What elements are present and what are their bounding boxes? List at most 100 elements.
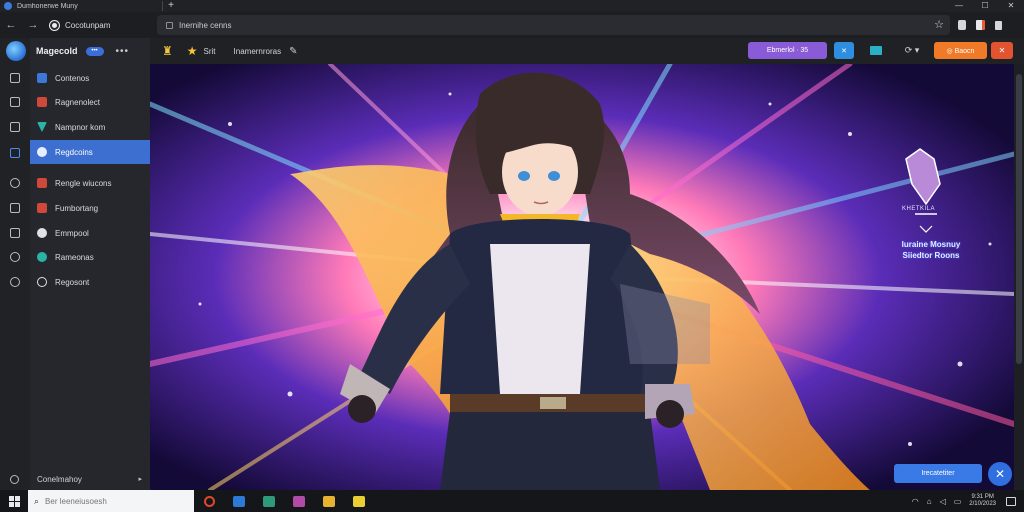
bookmark-star-icon[interactable]: ☆ — [934, 18, 944, 31]
sidebar-footer[interactable]: Conelmahoy ▸ — [0, 470, 150, 488]
sidebar-item-nampnor-kom[interactable]: Nampnor kom — [30, 115, 150, 139]
square-icon — [37, 97, 47, 107]
rail-active-square-icon[interactable] — [10, 148, 20, 158]
star-icon[interactable]: ★ — [187, 44, 198, 58]
sidebar-more-button[interactable]: ••• — [116, 46, 130, 57]
hero-cta-button[interactable]: Irecatetiter — [894, 464, 982, 483]
hero-caption-line-2: Siiedtor Roons — [902, 251, 960, 260]
brand-badge[interactable]: ••• — [85, 46, 104, 56]
taskbar-app-media[interactable] — [284, 490, 314, 512]
sidebar-item-label: Regosont — [55, 277, 90, 287]
edit-icon[interactable]: ✎ — [289, 46, 297, 57]
forward-button[interactable]: → — [22, 19, 44, 31]
address-bar[interactable]: ☆ — [157, 15, 950, 35]
sidebar-item-label: Nampnor kom — [55, 122, 106, 132]
globe-icon — [37, 228, 47, 238]
screen-icon[interactable] — [870, 46, 882, 55]
rail-document-icon[interactable] — [10, 228, 20, 238]
rail-square-icon[interactable] — [10, 73, 20, 83]
sidebar-item-fumbortang[interactable]: Fumbortang — [30, 196, 150, 220]
hero-caption: Iuraine Mosnuy Siiedtor Roons — [876, 239, 986, 261]
chevron-icon — [37, 122, 47, 132]
app-icon — [4, 2, 12, 10]
taskbar-app-notes[interactable] — [344, 490, 374, 512]
sidebar-item-label: Rameonas — [55, 252, 94, 262]
taskbar-search-input[interactable] — [45, 496, 186, 506]
account-icon — [10, 474, 19, 484]
content-scrollbar[interactable] — [1014, 64, 1024, 490]
rail-monitor-icon[interactable] — [10, 97, 20, 107]
sidebar: Magecold ••• ••• Contenos Ragnenolect Na… — [0, 38, 150, 490]
sidebar-item-label: Contenos — [55, 73, 90, 83]
sidebar-item-rameonas[interactable]: Rameonas — [30, 245, 150, 269]
bell-icon[interactable]: ♜ — [162, 44, 173, 58]
minimize-button[interactable]: — — [946, 0, 972, 12]
media-app-icon — [293, 495, 305, 507]
extension-button[interactable] — [953, 17, 971, 33]
hero-close-fab[interactable]: ✕ — [988, 462, 1012, 486]
rail-clock-icon[interactable] — [10, 178, 20, 188]
notification-icon[interactable] — [1006, 496, 1016, 506]
rail-bag-icon[interactable] — [10, 122, 20, 132]
sidebar-item-contenos[interactable]: Contenos — [30, 66, 150, 90]
sound-icon[interactable]: ◁ — [940, 497, 946, 506]
square-icon — [37, 203, 47, 213]
back-button[interactable]: ← — [0, 19, 22, 31]
rail-settings-icon[interactable] — [10, 252, 20, 262]
clock-time: 9:31 PM — [971, 494, 994, 500]
window-title: Dumhonerwe Muny — [17, 2, 78, 10]
brand-logo-icon[interactable] — [6, 41, 26, 61]
sidebar-item-regdcoins[interactable]: Regdcoins — [30, 140, 150, 164]
sidebar-footer-label: Conelmahoy — [37, 474, 82, 484]
rail-cloud-icon[interactable] — [10, 277, 20, 287]
sidebar-item-label: Regdcoins — [55, 147, 93, 157]
sidebar-header: Magecold ••• ••• — [0, 38, 150, 64]
page-info-icon[interactable] — [166, 21, 173, 29]
taskbar-clock[interactable]: 9:31 PM 2/10/2023 — [969, 494, 996, 508]
os-taskbar: ⌕ ◠ ⌂ ◁ ▭ 9:31 PM 2/10/2023 — [0, 490, 1024, 512]
window-controls: — ☐ ✕ — [946, 0, 1024, 12]
page-chip[interactable]: Cocotunpam — [50, 20, 172, 30]
close-panel-button[interactable]: ✕ — [991, 42, 1013, 59]
reading-list-button[interactable] — [971, 17, 989, 33]
start-button[interactable] — [0, 495, 28, 507]
maximize-button[interactable]: ☐ — [972, 0, 998, 12]
wifi-icon[interactable]: ◠ — [912, 497, 919, 506]
battery-icon[interactable]: ▭ — [954, 497, 962, 506]
taskbar-app-circle[interactable] — [194, 490, 224, 512]
sidebar-item-regosont[interactable]: Regosont — [30, 270, 150, 294]
taskbar-app-folder[interactable] — [314, 490, 344, 512]
clock-date: 2/10/2023 — [969, 501, 996, 507]
sidebar-item-emmpool[interactable]: Emmpool — [30, 221, 150, 245]
square-icon — [37, 73, 47, 83]
sidebar-item-rengle-wiucons[interactable]: Rengle wiucons — [30, 171, 150, 195]
store-app-icon — [263, 495, 275, 507]
bonus-button[interactable]: ◎ Baocn — [934, 42, 987, 59]
taskbar-search[interactable]: ⌕ — [28, 490, 194, 512]
browser-tools — [953, 17, 1007, 33]
membership-button[interactable]: Ebmerlol ∙ 35 — [748, 42, 827, 59]
network-icon[interactable]: ⌂ — [927, 497, 932, 506]
scrollbar-thumb[interactable] — [1016, 74, 1022, 364]
sidebar-item-label: Rengle wiucons — [55, 178, 112, 188]
taskbar-app-files[interactable] — [224, 490, 254, 512]
rail-brush-icon[interactable] — [10, 203, 20, 213]
toolbar-label: Srit — [203, 46, 216, 56]
address-input[interactable] — [179, 20, 879, 30]
search-icon: ⌕ — [34, 495, 40, 506]
close-window-button[interactable]: ✕ — [998, 0, 1024, 12]
info-icon — [37, 277, 47, 287]
refresh-dropdown-button[interactable]: ⟳ ▾ — [898, 42, 926, 59]
sidebar-item-ragnenolect[interactable]: Ragnenolect — [30, 90, 150, 114]
extension-icon — [958, 20, 966, 30]
navigation-bar: ← → Cocotunpam ☆ — [0, 12, 1024, 38]
share-button[interactable]: ✕ — [834, 42, 854, 59]
new-tab-button[interactable]: + — [163, 1, 179, 11]
folder-app-icon — [323, 495, 335, 507]
game-logo-text: KHETKILA — [902, 206, 936, 212]
files-app-icon — [233, 495, 245, 507]
taskbar-app-store[interactable] — [254, 490, 284, 512]
coin-icon — [37, 147, 47, 157]
copy-button[interactable] — [989, 17, 1007, 33]
copy-icon — [994, 20, 1002, 30]
